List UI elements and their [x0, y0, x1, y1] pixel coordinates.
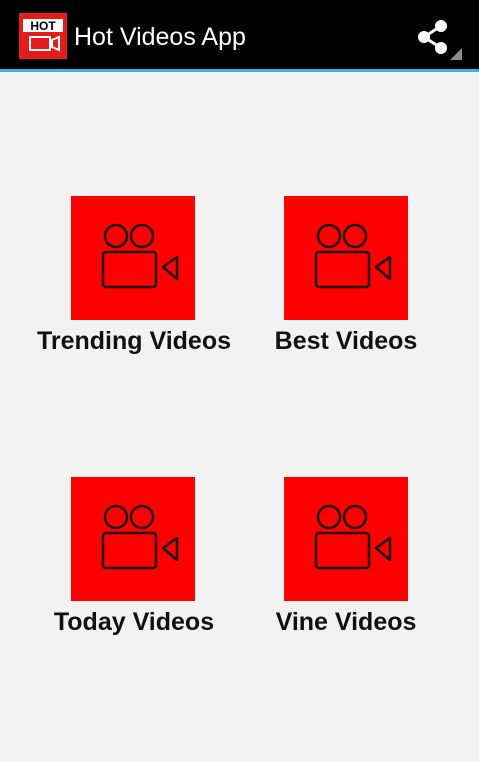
tile-label: Best Videos — [274, 327, 418, 355]
app-logo-text: HOT — [30, 19, 56, 33]
tile-label: Today Videos — [53, 608, 215, 636]
app-logo-icon[interactable]: HOT — [19, 13, 67, 59]
tile-label: Trending Videos — [36, 327, 232, 355]
video-camera-icon — [101, 504, 179, 570]
video-camera-icon — [314, 504, 392, 570]
action-bar: HOT Hot Videos App — [0, 0, 479, 69]
overflow-indicator-icon — [450, 48, 462, 60]
tile-vine-videos[interactable]: Vine Videos — [226, 477, 466, 647]
tile-trending-videos-icon — [71, 196, 195, 320]
app-title: Hot Videos App — [74, 23, 246, 51]
action-bar-divider — [0, 69, 479, 72]
tile-best-videos[interactable]: Best Videos — [226, 196, 466, 366]
tile-best-videos-icon — [284, 196, 408, 320]
tile-label: Vine Videos — [275, 608, 417, 636]
video-camera-icon — [101, 223, 179, 289]
tile-today-videos[interactable]: Today Videos — [14, 477, 254, 647]
tile-trending-videos[interactable]: Trending Videos — [14, 196, 254, 366]
tile-vine-videos-icon — [284, 477, 408, 601]
tile-today-videos-icon — [71, 477, 195, 601]
video-camera-icon — [314, 223, 392, 289]
